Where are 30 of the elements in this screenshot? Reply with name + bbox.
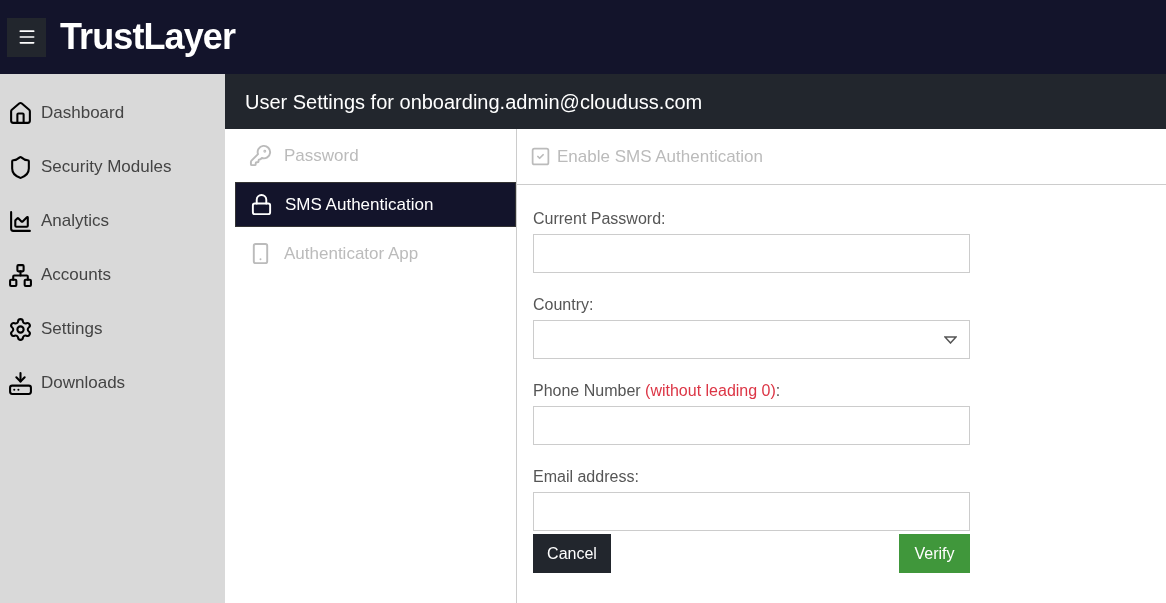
field-label: Country: <box>533 295 595 313</box>
logo: TrustLayer <box>60 15 236 59</box>
lock-icon <box>250 193 273 216</box>
sidebar-item[interactable]: Accounts <box>0 248 225 302</box>
menu-button[interactable] <box>7 17 46 57</box>
checkbox-icon <box>530 146 551 167</box>
input-field[interactable] <box>533 406 970 445</box>
input-field[interactable] <box>533 234 970 273</box>
verify-button[interactable]: Verify <box>899 534 970 573</box>
sidebar-item[interactable]: Analytics <box>0 194 225 248</box>
field-label: Current Password: <box>533 209 667 227</box>
house-icon <box>8 100 33 126</box>
dropdown-triangle-icon <box>944 335 957 344</box>
settings-icon <box>8 316 33 342</box>
area-chart-icon <box>8 208 33 234</box>
hierarchy-icon <box>8 262 33 288</box>
field-label: Email address: <box>533 467 640 485</box>
shield-icon <box>8 154 33 180</box>
sidebar-item[interactable]: Downloads <box>0 356 225 410</box>
settings-tab[interactable]: SMS Authentication <box>235 182 516 227</box>
download-icon <box>8 370 33 396</box>
field-label: Phone Number (without leading 0): <box>533 381 782 399</box>
sidebar-item[interactable]: Dashboard <box>0 86 225 140</box>
cancel-button[interactable]: Cancel <box>533 534 611 573</box>
key-icon <box>249 144 272 167</box>
country-dropdown[interactable] <box>533 320 970 359</box>
sidebar-item[interactable]: Security Modules <box>0 140 225 194</box>
sidebar-item[interactable]: Settings <box>0 302 225 356</box>
input-field[interactable] <box>533 492 970 531</box>
page-title: User Settings for onboarding.admin@clouduss.com <box>245 89 703 115</box>
